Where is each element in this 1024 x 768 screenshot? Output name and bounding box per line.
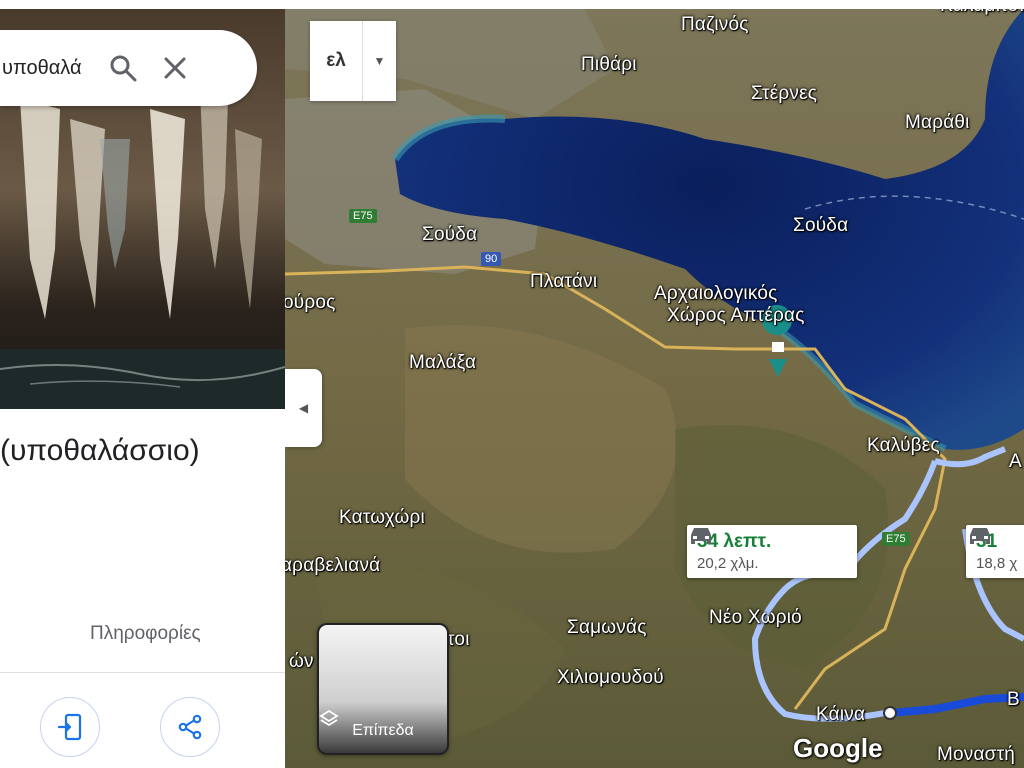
layers-label: Επίπεδα bbox=[352, 722, 414, 739]
map-label-toi: τοι bbox=[447, 629, 470, 650]
route-card-primary[interactable]: 34 λεπτ. 20,2 χλμ. bbox=[687, 525, 857, 578]
send-to-phone-button[interactable] bbox=[40, 697, 100, 757]
map-label-katochori: Κατωχώρι bbox=[339, 507, 425, 528]
road-shield-e75-north: E75 bbox=[349, 209, 377, 223]
place-panel: υποθαλά (υποθαλάσσιο) Πληροφορίες bbox=[0, 9, 285, 768]
place-photo[interactable]: υποθαλά bbox=[0, 9, 285, 409]
map-label-marathi: Μαράθι bbox=[905, 112, 970, 133]
map-label-samonas: Σαμωνάς bbox=[567, 617, 647, 638]
road-shield-e75-south: E75 bbox=[882, 532, 910, 546]
map-label-archaeological-1: Αρχαιολογικός bbox=[654, 283, 778, 304]
chevron-left-icon: ◀ bbox=[298, 401, 309, 415]
map-label-kaina: Κάινα bbox=[816, 704, 866, 725]
map-label-neo-chorio: Νέο Χωριό bbox=[709, 607, 802, 628]
search-input[interactable]: υποθαλά bbox=[0, 57, 97, 80]
map-label-souda-bay: Σούδα bbox=[793, 215, 849, 236]
route-card-alternate[interactable]: 31 18,8 χ bbox=[966, 525, 1024, 578]
map-label-platani: Πλατάνι bbox=[530, 271, 598, 292]
language-button[interactable]: ελ bbox=[310, 21, 363, 101]
chevron-down-icon[interactable]: ▼ bbox=[363, 21, 396, 101]
car-icon bbox=[970, 528, 990, 544]
layers-icon bbox=[319, 709, 339, 727]
send-to-device-icon bbox=[57, 713, 82, 741]
share-button[interactable] bbox=[160, 697, 220, 757]
map-label-malaxa: Μαλάξα bbox=[409, 352, 477, 373]
map-label-pazinos: Παζινός bbox=[681, 14, 749, 35]
map-label-souda-town: Σούδα bbox=[422, 224, 478, 245]
map-label-archaeological-2: Χώρος Απτέρας bbox=[667, 305, 805, 326]
map-label-kalyves: Καλύβες bbox=[867, 435, 940, 456]
map-language-control[interactable]: ελ ▼ bbox=[310, 21, 396, 101]
map-label-chiliomoudou: Χιλιομουδού bbox=[557, 667, 664, 688]
map-view[interactable]: Παζινός Πιθάρι Στέρνες Μαράθι Σούδα Σούδ… bbox=[285, 9, 1024, 768]
map-label-ouros: ούρος bbox=[285, 292, 336, 313]
share-icon bbox=[178, 714, 202, 740]
top-strip bbox=[0, 0, 1024, 9]
map-label-pithari: Πιθάρι bbox=[581, 54, 637, 75]
place-title: (υποθαλάσσιο) bbox=[0, 434, 200, 467]
collapse-panel-button[interactable]: ◀ bbox=[285, 369, 322, 447]
map-label-karavelliana: αραβελιανά bbox=[285, 555, 381, 576]
close-icon[interactable] bbox=[149, 55, 201, 81]
search-icon[interactable] bbox=[97, 53, 149, 83]
car-icon bbox=[691, 528, 711, 544]
map-label-top-edge: Καλαμίτσι bbox=[940, 9, 1024, 17]
map-label-monastiri: Μοναστή bbox=[937, 744, 1016, 765]
layers-button[interactable]: Επίπεδα bbox=[317, 623, 449, 755]
google-logo: Google bbox=[793, 733, 883, 763]
search-box[interactable]: υποθαλά bbox=[0, 30, 257, 106]
map-label-sternes: Στέρνες bbox=[751, 83, 818, 104]
route-distance: 20,2 χλμ. bbox=[697, 555, 759, 572]
route-distance: 18,8 χ bbox=[976, 555, 1018, 572]
road-shield-90: 90 bbox=[481, 252, 502, 266]
info-link[interactable]: Πληροφορίες bbox=[90, 623, 201, 645]
map-label-a-edge: Α bbox=[1009, 451, 1022, 472]
map-label-on: ών bbox=[289, 651, 314, 672]
divider bbox=[0, 672, 285, 673]
map-label-b-edge: Β bbox=[1007, 689, 1020, 710]
